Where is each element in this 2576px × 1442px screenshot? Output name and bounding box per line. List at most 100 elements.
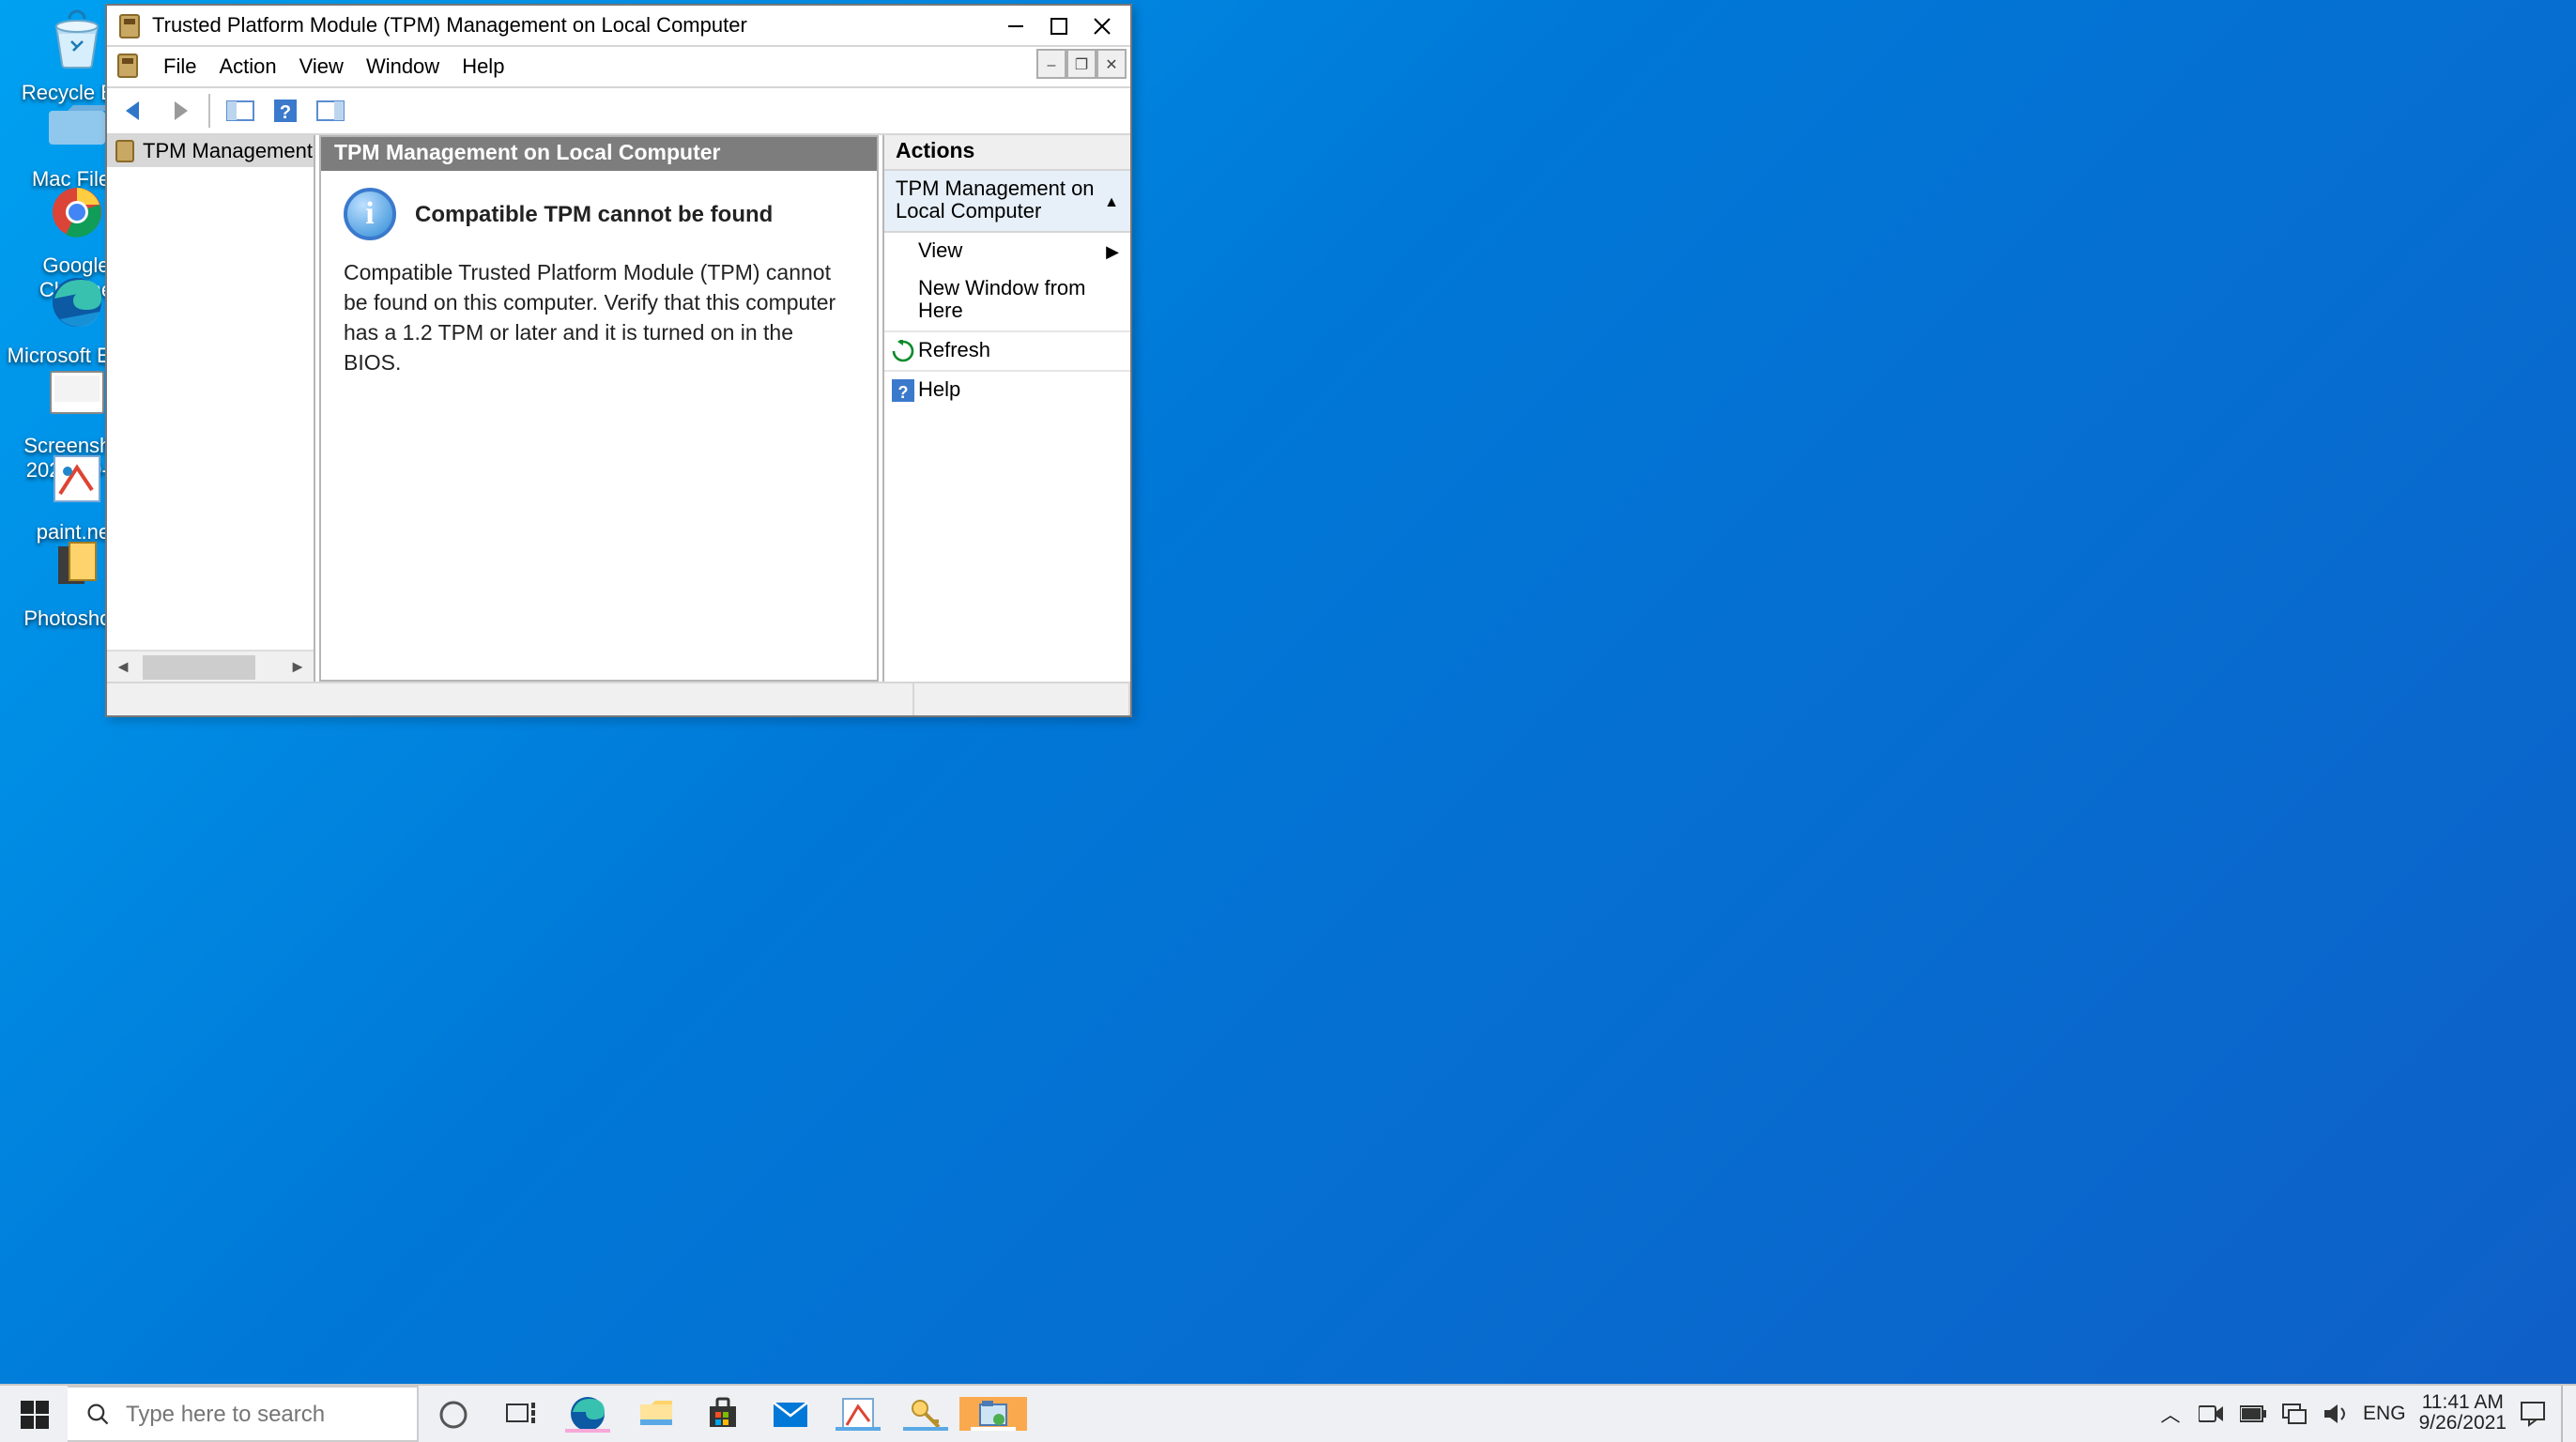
volume-icon[interactable] (2322, 1403, 2350, 1425)
paintnet-icon (841, 1397, 875, 1431)
tree-hscrollbar[interactable]: ◄ ► (107, 650, 314, 682)
close-button[interactable] (1080, 7, 1123, 44)
help-button[interactable]: ? (265, 90, 306, 131)
tpm-node-icon (113, 139, 137, 163)
taskbar-tpm[interactable] (959, 1397, 1027, 1431)
start-button[interactable] (0, 1386, 68, 1442)
taskbar: ︿ ENG 11:41 AM 9/26/2021 (0, 1384, 2576, 1442)
image-file-icon (38, 355, 114, 430)
system-tray: ︿ ENG 11:41 AM 9/26/2021 (2149, 1386, 2576, 1442)
taskbar-edge[interactable] (554, 1395, 621, 1433)
forward-button[interactable] (160, 90, 201, 131)
maximize-button[interactable] (1036, 7, 1080, 44)
actions-group-label: TPM Management on Local Computer (896, 178, 1104, 223)
clock[interactable]: 11:41 AM 9/26/2021 (2419, 1393, 2507, 1434)
info-body: Compatible Trusted Platform Module (TPM)… (344, 259, 854, 380)
chrome-icon (38, 175, 114, 250)
info-heading: Compatible TPM cannot be found (415, 201, 773, 227)
tree-item-label: TPM Management on Local Compu (143, 140, 314, 162)
recycle-bin-icon (38, 2, 114, 77)
console-tree-pane: TPM Management on Local Compu ◄ ► (107, 135, 315, 682)
actions-pane-header: Actions (884, 135, 1130, 171)
info-icon: i (344, 188, 396, 240)
cortana-icon (437, 1398, 468, 1430)
search-input[interactable] (126, 1401, 417, 1427)
svg-text:?: ? (897, 383, 908, 402)
task-view-button[interactable] (486, 1401, 554, 1427)
action-view[interactable]: View ▶ (884, 233, 1130, 270)
action-center-button[interactable] (2520, 1401, 2548, 1427)
svg-text:?: ? (280, 102, 291, 123)
action-new-window[interactable]: New Window from Here (884, 270, 1130, 330)
language-indicator[interactable]: ENG (2363, 1403, 2406, 1425)
menu-action[interactable]: Action (207, 52, 287, 82)
edge-icon (569, 1395, 606, 1433)
menubar: File Action View Window Help – ❐ ✕ (107, 47, 1130, 88)
action-label: Refresh (918, 340, 990, 362)
action-help[interactable]: ? Help (884, 370, 1130, 409)
folder-icon (38, 88, 114, 163)
minimize-button[interactable] (993, 7, 1036, 44)
mdi-child-controls: – ❐ ✕ (1036, 49, 1127, 79)
mail-icon (772, 1400, 809, 1428)
action-label: New Window from Here (918, 278, 1119, 323)
taskbar-credentials[interactable] (892, 1397, 959, 1431)
statusbar (107, 682, 1130, 715)
window-title: Trusted Platform Module (TPM) Management… (152, 14, 993, 37)
mmc-window: Trusted Platform Module (TPM) Management… (105, 4, 1132, 717)
menu-view[interactable]: View (288, 52, 355, 82)
mmc-icon (976, 1397, 1010, 1431)
tpm-app-icon (115, 52, 145, 82)
edge-icon (38, 265, 114, 340)
task-view-icon (504, 1401, 536, 1427)
scroll-right-icon[interactable]: ► (282, 657, 314, 676)
action-refresh[interactable]: Refresh (884, 330, 1130, 370)
tree-item-tpm[interactable]: TPM Management on Local Compu (107, 135, 314, 167)
menu-file[interactable]: File (152, 52, 207, 82)
help-icon: ? (890, 378, 914, 403)
task-view-button[interactable] (419, 1398, 486, 1430)
mdi-minimize-button[interactable]: – (1036, 49, 1066, 79)
action-label: Help (918, 379, 960, 402)
windows-logo-icon (20, 1400, 48, 1428)
titlebar[interactable]: Trusted Platform Module (TPM) Management… (107, 6, 1130, 47)
search-icon (86, 1400, 111, 1428)
battery-icon[interactable] (2239, 1404, 2267, 1423)
chevron-right-icon: ▶ (1106, 241, 1119, 262)
taskbar-explorer[interactable] (621, 1399, 689, 1429)
paintnet-icon (38, 441, 114, 516)
tpm-app-icon (115, 10, 145, 40)
back-button[interactable] (115, 90, 156, 131)
show-hide-console-tree-button[interactable] (220, 90, 261, 131)
action-label: View (918, 240, 962, 263)
file-explorer-icon (637, 1399, 673, 1429)
result-header: TPM Management on Local Computer (321, 137, 877, 171)
store-icon (706, 1397, 740, 1431)
menu-window[interactable]: Window (355, 52, 451, 82)
mdi-close-button[interactable]: ✕ (1096, 49, 1127, 79)
show-hide-action-pane-button[interactable] (310, 90, 351, 131)
scroll-left-icon[interactable]: ◄ (107, 657, 139, 676)
key-icon (909, 1397, 943, 1431)
show-desktop-button[interactable] (2561, 1386, 2568, 1442)
tray-date: 9/26/2021 (2419, 1414, 2507, 1434)
refresh-icon (890, 339, 914, 363)
toolbar: ? (107, 88, 1130, 135)
desktop: Recycle Bin Mac Files Google Chrome Micr… (0, 0, 2576, 1442)
folder-icon (38, 528, 114, 603)
taskbar-paintnet[interactable] (824, 1397, 892, 1431)
result-pane: TPM Management on Local Computer i Compa… (319, 135, 879, 682)
taskbar-store[interactable] (689, 1397, 757, 1431)
network-icon[interactable] (2280, 1403, 2308, 1425)
scroll-thumb[interactable] (143, 654, 255, 679)
actions-pane: Actions TPM Management on Local Computer… (882, 135, 1130, 682)
meet-now-icon[interactable] (2198, 1403, 2226, 1425)
taskbar-search[interactable] (68, 1386, 419, 1442)
taskbar-mail[interactable] (757, 1400, 824, 1428)
tray-overflow-button[interactable]: ︿ (2156, 1400, 2185, 1428)
menu-help[interactable]: Help (451, 52, 515, 82)
actions-group-title[interactable]: TPM Management on Local Computer ▲ (884, 171, 1130, 233)
mdi-restore-button[interactable]: ❐ (1066, 49, 1096, 79)
collapse-icon: ▲ (1104, 192, 1119, 209)
tray-time: 11:41 AM (2419, 1393, 2507, 1414)
